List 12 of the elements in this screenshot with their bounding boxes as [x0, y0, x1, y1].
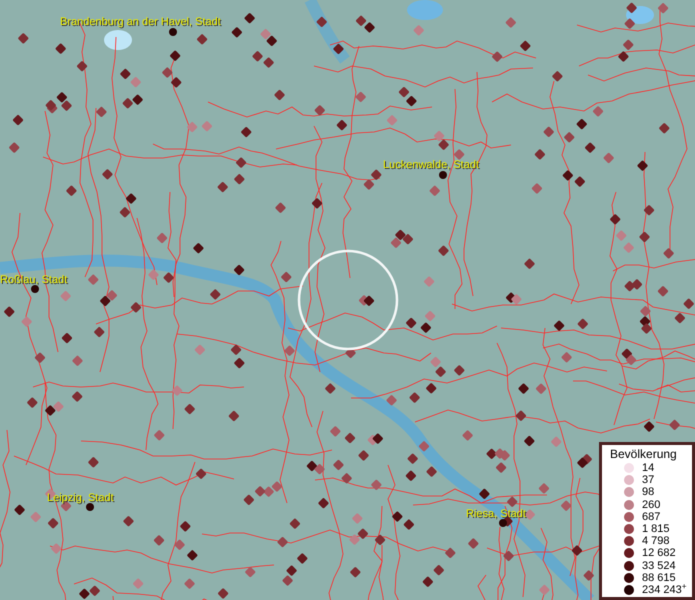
legend-label: 14: [642, 462, 654, 474]
legend-label: 12 682: [642, 547, 676, 560]
legend-label: 260: [642, 498, 660, 511]
legend-label: 1 815: [642, 522, 670, 535]
legend-label: 98: [642, 486, 654, 498]
legend-label: 234 243$^{+}$: [642, 584, 687, 596]
legend-label: 687: [642, 510, 660, 523]
legend-label: 4 798: [642, 535, 670, 548]
legend-label: 37: [642, 474, 654, 486]
legend-label: 33 524: [642, 560, 676, 572]
legend-title: Bevölkerung: [610, 446, 678, 462]
legend-label: 88 615: [642, 572, 676, 584]
